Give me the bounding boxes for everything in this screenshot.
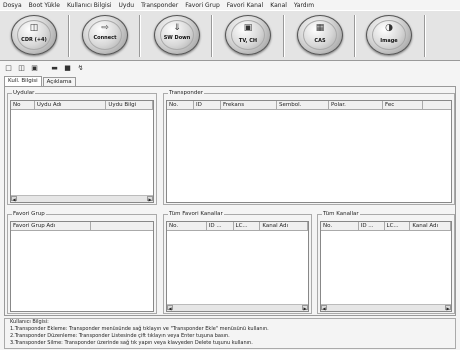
menu-bar: Dosya Boot Yükle Kullanıcı Bilgisi Uydu … xyxy=(0,0,460,10)
menu-uydu[interactable]: Uydu xyxy=(119,2,135,9)
info-title: Kullanıcı Bilgisi: xyxy=(10,319,49,325)
menu-dosya[interactable]: Dosya xyxy=(3,2,22,9)
column-header[interactable]: Uydu Adı xyxy=(35,101,107,109)
image-icon: ◑ xyxy=(385,23,393,33)
scroll-left-icon[interactable]: ◀ xyxy=(167,305,173,311)
menu-yardim[interactable]: Yardım xyxy=(294,2,314,9)
cdr-icon: ◫ xyxy=(29,23,39,33)
column-header[interactable]: LC... xyxy=(234,222,261,230)
image-disc xyxy=(366,15,412,55)
favori-grup-table[interactable]: Favori Grup Adı xyxy=(10,221,154,312)
column-header[interactable]: Fec xyxy=(383,101,423,109)
horizontal-scrollbar[interactable]: ◀ ▶ xyxy=(167,304,308,311)
scroll-left-icon[interactable]: ◀ xyxy=(11,196,17,202)
toolbar-separator xyxy=(283,15,285,57)
cdr-label: CDR (+4) xyxy=(21,37,47,43)
column-header[interactable]: Uydu Bilgi xyxy=(106,101,153,109)
toolbar-separator xyxy=(139,15,141,57)
connect-button[interactable]: ⇨ Connect xyxy=(74,12,136,58)
info-line: 1.Transponder Ekleme: Transponder menüsü… xyxy=(10,326,269,332)
transponder-header: No. ID Frekans Sembol. Polar. Fec xyxy=(167,101,451,110)
toolbar-separator xyxy=(211,15,213,57)
image-button[interactable]: ◑ Image xyxy=(358,12,420,58)
column-header[interactable]: ID ... xyxy=(359,222,385,230)
menu-favori-grup[interactable]: Favori Grup xyxy=(185,2,220,9)
tv-ch-button[interactable]: ▣ TV, CH xyxy=(217,12,279,58)
new-icon[interactable]: □ xyxy=(4,64,13,72)
cas-button[interactable]: ▦ CAS xyxy=(289,12,351,58)
image-label: Image xyxy=(380,38,398,44)
menu-boot-yukle[interactable]: Boot Yükle xyxy=(29,2,60,9)
column-header[interactable]: Polar. xyxy=(329,101,383,109)
column-header[interactable]: ID xyxy=(194,101,221,109)
tum-favori-title: Tüm Favori Kanallar xyxy=(168,211,224,218)
info-line: 2.Transponder Düzenleme: Transponder Lis… xyxy=(10,333,230,339)
cas-disc xyxy=(297,15,343,55)
uydular-title: Uydular xyxy=(12,90,36,97)
connect-label: Connect xyxy=(93,35,117,41)
column-header[interactable]: No. xyxy=(321,222,359,230)
toolbar-separator xyxy=(354,15,356,57)
scroll-right-icon[interactable]: ▶ xyxy=(445,305,451,311)
favori-grup-group: Favori Grup Favori Grup Adı xyxy=(7,211,157,314)
scroll-left-icon[interactable]: ◀ xyxy=(321,305,327,311)
toolbar-separator xyxy=(424,15,426,57)
cas-label: CAS xyxy=(314,38,326,44)
column-header[interactable]: No xyxy=(11,101,35,109)
tum-favori-group: Tüm Favori Kanallar No. ID ... LC... Kan… xyxy=(163,211,312,314)
transponder-table[interactable]: No. ID Frekans Sembol. Polar. Fec xyxy=(166,100,452,203)
tum-kanallar-header: No. ID ... LC... Kanal Adı xyxy=(321,222,451,231)
column-header[interactable]: Favori Grup Adı xyxy=(11,222,91,230)
column-header[interactable]: No. xyxy=(167,101,194,109)
transponder-title: Transponder xyxy=(168,90,205,97)
favori-grup-header: Favori Grup Adı xyxy=(11,222,153,231)
tum-kanallar-table[interactable]: No. ID ... LC... Kanal Adı ◀ ▶ xyxy=(320,221,452,312)
info-line: 3.Transponder Silme: Transponder üzerind… xyxy=(10,340,253,346)
user-info-box: Kullanıcı Bilgisi: 1.Transponder Ekleme:… xyxy=(4,318,456,349)
tv-ch-label: TV, CH xyxy=(238,38,258,44)
column-header[interactable]: ID ... xyxy=(207,222,234,230)
save-icon[interactable]: ▣ xyxy=(30,64,39,72)
tum-kanallar-group: Tüm Kanallar No. ID ... LC... Kanal Adı … xyxy=(317,211,455,314)
tum-favori-table[interactable]: No. ID ... LC... Kanal Adı ◀ ▶ xyxy=(166,221,309,312)
column-header[interactable]: LC... xyxy=(385,222,411,230)
connect-icon: ⇨ xyxy=(101,23,109,33)
column-header[interactable]: Frekans xyxy=(221,101,277,109)
open-icon[interactable]: ◫ xyxy=(17,64,26,72)
sw-down-label: SW Down xyxy=(163,35,191,41)
horizontal-scrollbar[interactable]: ◀ ▶ xyxy=(11,195,153,202)
main-toolbar: ◫ CDR (+4) ⇨ Connect ⇓ SW Down ▣ TV, CH … xyxy=(0,10,460,61)
scroll-right-icon[interactable]: ▶ xyxy=(302,305,308,311)
tum-kanallar-title: Tüm Kanallar xyxy=(322,211,360,218)
menu-transponder[interactable]: Transponder xyxy=(141,2,178,9)
sw-down-button[interactable]: ⇓ SW Down xyxy=(146,12,208,58)
transponder-group: Transponder No. ID Frekans Sembol. Polar… xyxy=(163,90,455,205)
uydular-group: Uydular No Uydu Adı Uydu Bilgi ◀ ▶ xyxy=(7,90,157,205)
tum-favori-header: No. ID ... LC... Kanal Adı xyxy=(167,222,308,231)
export-icon[interactable]: ■ xyxy=(63,64,72,72)
horizontal-scrollbar[interactable]: ◀ ▶ xyxy=(321,304,451,311)
menu-kullanici-bilgisi[interactable]: Kullanıcı Bilgisi xyxy=(67,2,112,9)
uydular-header: No Uydu Adı Uydu Bilgi xyxy=(11,101,153,110)
uydular-table[interactable]: No Uydu Adı Uydu Bilgi ◀ ▶ xyxy=(10,100,154,203)
menu-kanal[interactable]: Kanal xyxy=(270,2,287,9)
cdr-disc xyxy=(11,15,57,55)
cas-icon: ▦ xyxy=(315,23,325,33)
sw-down-icon: ⇓ xyxy=(173,23,181,33)
toolbar-separator xyxy=(68,15,70,57)
cdr-button[interactable]: ◫ CDR (+4) xyxy=(3,12,65,58)
column-header[interactable]: Kanal Adı xyxy=(410,222,451,230)
small-toolbar: □ ◫ ▣ ▬ ■ ↯ xyxy=(0,61,460,74)
scroll-right-icon[interactable]: ▶ xyxy=(147,196,153,202)
tv-ch-icon: ▣ xyxy=(243,23,253,33)
print-icon[interactable]: ▬ xyxy=(50,64,59,72)
favori-grup-title: Favori Grup xyxy=(12,211,46,218)
tv-ch-disc xyxy=(225,15,271,55)
tools-icon[interactable]: ↯ xyxy=(76,64,85,72)
column-header[interactable]: Sembol. xyxy=(277,101,329,109)
column-header[interactable]: No. xyxy=(167,222,207,230)
menu-favori-kanal[interactable]: Favori Kanal xyxy=(227,2,264,9)
column-header[interactable]: Kanal Adı xyxy=(260,222,308,230)
